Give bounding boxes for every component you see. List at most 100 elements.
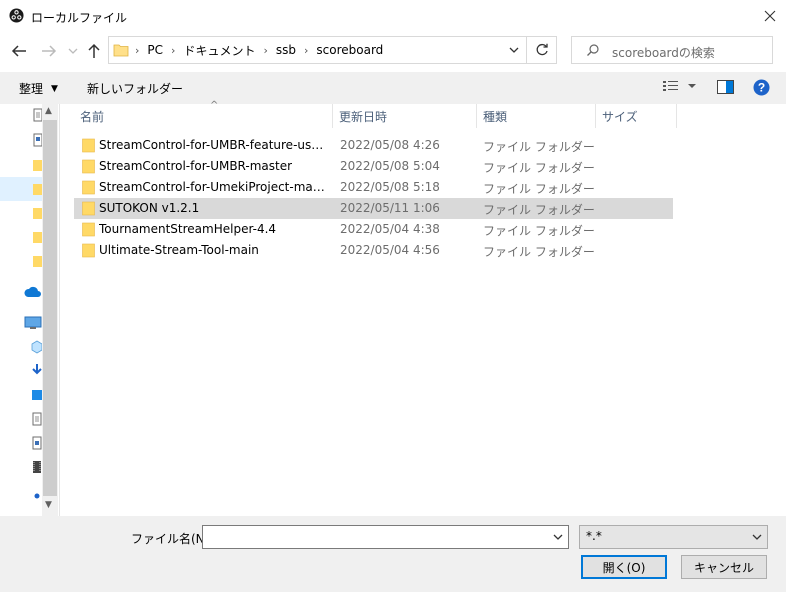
nav-scrollbar-thumb[interactable] — [43, 120, 57, 496]
caret-down-icon: ▼ — [51, 83, 58, 94]
filetype-select[interactable]: *.* — [579, 525, 768, 549]
file-date: 2022/05/08 5:18 — [340, 180, 440, 194]
window-title: ローカルファイル — [31, 11, 128, 25]
file-date: 2022/05/04 4:38 — [340, 222, 440, 236]
sort-ascending-icon: ^ — [210, 100, 219, 111]
open-button[interactable]: 開く(O) — [581, 555, 667, 579]
breadcrumb-separator-icon: › — [171, 43, 176, 57]
cancel-label: キャンセル — [693, 560, 754, 575]
chevron-down-icon[interactable] — [552, 530, 564, 544]
organize-label: 整理 — [19, 82, 44, 96]
preview-pane-icon — [717, 80, 734, 94]
folder-icon — [82, 243, 95, 258]
folder-icon — [82, 159, 95, 174]
breadcrumb-separator-icon: › — [135, 43, 140, 57]
file-type: ファイル フォルダー — [483, 140, 595, 154]
breadcrumb: › PC › ドキュメント › ssb › scoreboard — [135, 37, 383, 63]
details-view-icon — [663, 81, 696, 91]
change-view-button[interactable] — [662, 78, 700, 97]
organize-menu[interactable]: 整理 ▼ — [19, 80, 58, 97]
address-bar[interactable]: › PC › ドキュメント › ssb › scoreboard — [108, 36, 527, 64]
file-type: ファイル フォルダー — [483, 161, 595, 175]
preview-pane-button[interactable] — [717, 80, 734, 97]
file-row[interactable]: SUTOKON v1.2.1 2022/05/11 1:06 ファイル フォルダー — [74, 198, 673, 219]
breadcrumb-separator-icon: › — [263, 43, 268, 57]
search-icon — [587, 44, 599, 56]
address-history-button[interactable] — [500, 36, 527, 64]
folder-icon — [82, 201, 95, 216]
file-name: SUTOKON v1.2.1 — [99, 201, 200, 215]
file-name: StreamControl-for-UMBR-master — [99, 159, 293, 173]
file-row[interactable]: TournamentStreamHelper-4.4 2022/05/04 4:3… — [74, 219, 673, 240]
close-icon — [764, 10, 776, 22]
file-date: 2022/05/08 5:04 — [340, 159, 440, 173]
column-date-label: 更新日時 — [339, 109, 388, 124]
arrow-left-icon — [11, 45, 26, 57]
obs-app-icon — [9, 8, 24, 23]
file-type: ファイル フォルダー — [483, 224, 595, 238]
search-placeholder: scoreboardの検索 — [612, 46, 715, 60]
close-button[interactable] — [758, 4, 782, 28]
file-row[interactable]: StreamControl-for-UMBR-master 2022/05/08 … — [74, 156, 673, 177]
column-header-date[interactable]: 更新日時 — [333, 104, 477, 128]
scroll-up-icon[interactable]: ▲ — [45, 106, 52, 116]
back-button[interactable] — [10, 42, 28, 60]
folder-icon — [82, 222, 95, 237]
scroll-down-icon[interactable]: ▼ — [45, 500, 52, 510]
file-type: ファイル フォルダー — [483, 245, 595, 259]
help-icon: ? — [753, 79, 770, 96]
folder-icon — [82, 138, 95, 153]
file-name: StreamControl-for-UMBR-feature-use_nu... — [99, 138, 327, 152]
file-name: TournamentStreamHelper-4.4 — [99, 222, 277, 236]
title-bar: ローカルファイル — [0, 0, 786, 32]
column-type-label: 種類 — [483, 109, 508, 124]
file-list[interactable]: 名前 ^ 更新日時 種類 サイズ StreamControl-for-UMBR-… — [61, 100, 786, 516]
svg-text:?: ? — [758, 81, 765, 95]
new-folder-label: 新しいフォルダー — [87, 82, 184, 96]
arrow-up-icon — [88, 43, 100, 58]
folder-icon — [113, 44, 129, 57]
nav-scrollbar[interactable]: ▲ ▼ — [42, 104, 58, 516]
column-name-label: 名前 — [80, 109, 105, 124]
search-box[interactable]: scoreboardの検索 — [571, 36, 773, 64]
file-name: StreamControl-for-UmekiProject-master — [99, 180, 327, 194]
onedrive-icon[interactable] — [24, 286, 42, 298]
up-button[interactable] — [85, 42, 103, 60]
open-label: 開く(O) — [602, 560, 646, 575]
pc-icon[interactable] — [24, 316, 42, 330]
breadcrumb-documents[interactable]: ドキュメント — [183, 42, 255, 59]
chevron-down-icon — [68, 48, 78, 54]
column-header-size[interactable]: サイズ — [596, 104, 677, 128]
column-header-name[interactable]: 名前 ^ — [74, 100, 333, 128]
filename-input[interactable] — [202, 525, 569, 549]
refresh-icon — [536, 43, 548, 56]
file-row[interactable]: Ultimate-Stream-Tool-main 2022/05/04 4:56… — [74, 240, 673, 261]
file-row[interactable]: StreamControl-for-UmekiProject-master 202… — [74, 177, 673, 198]
navigation-pane[interactable]: ▲ ▼ — [0, 104, 60, 516]
file-date: 2022/05/08 4:26 — [340, 138, 440, 152]
help-button[interactable]: ? — [753, 79, 770, 99]
breadcrumb-ssb[interactable]: ssb — [276, 43, 296, 57]
refresh-button[interactable] — [527, 36, 557, 64]
chevron-down-icon — [752, 534, 762, 540]
new-folder-button[interactable]: 新しいフォルダー — [87, 80, 183, 97]
breadcrumb-separator-icon: › — [303, 43, 309, 57]
file-date: 2022/05/11 1:06 — [340, 201, 440, 215]
file-row[interactable]: StreamControl-for-UMBR-feature-use_nu...… — [74, 135, 673, 156]
file-date: 2022/05/04 4:56 — [340, 243, 440, 257]
chevron-down-icon — [509, 47, 518, 53]
file-name: Ultimate-Stream-Tool-main — [99, 243, 259, 257]
arrow-right-icon — [42, 45, 57, 57]
recent-locations-button[interactable] — [64, 42, 82, 60]
filetype-value: *.* — [586, 529, 602, 543]
cancel-button[interactable]: キャンセル — [681, 555, 767, 579]
breadcrumb-pc[interactable]: PC — [147, 43, 163, 57]
file-type: ファイル フォルダー — [483, 182, 595, 196]
column-size-label: サイズ — [602, 109, 638, 124]
file-type: ファイル フォルダー — [483, 203, 595, 217]
folder-icon — [82, 180, 95, 195]
forward-button[interactable] — [40, 42, 58, 60]
column-header-type[interactable]: 種類 — [477, 104, 596, 128]
dialog-footer: ファイル名(N): *.* 開く(O) キャンセル — [0, 516, 786, 592]
breadcrumb-scoreboard[interactable]: scoreboard — [316, 43, 383, 57]
